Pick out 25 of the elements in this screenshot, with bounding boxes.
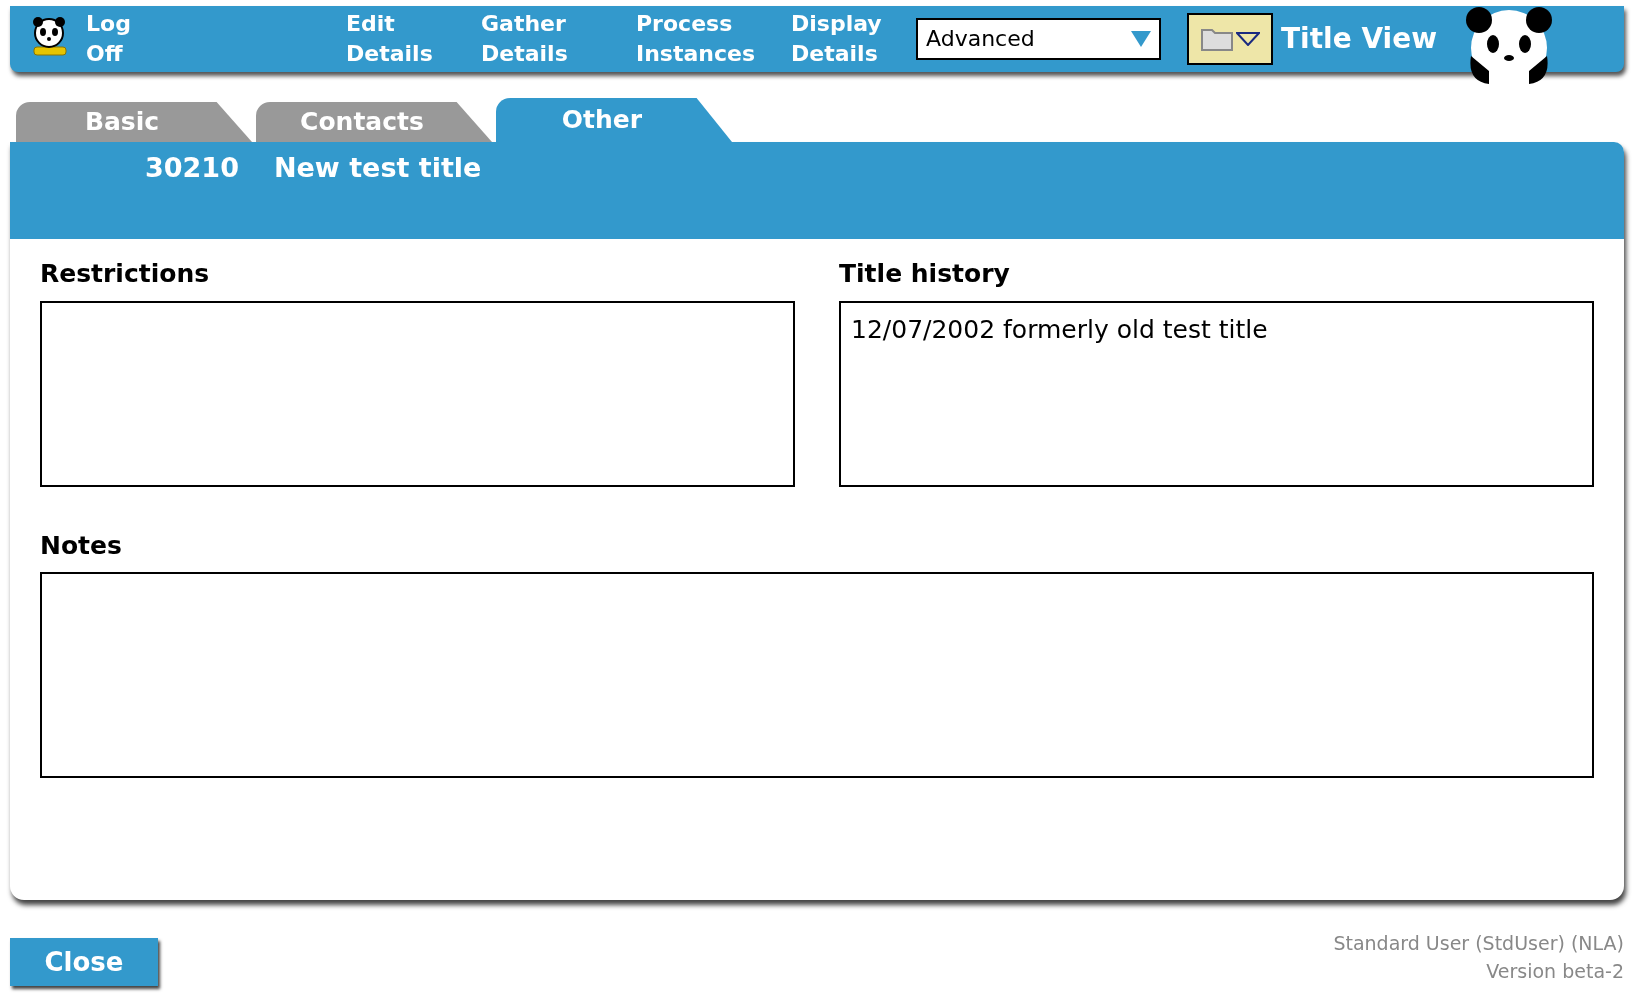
nav-link[interactable]: Process Instances: [636, 9, 791, 69]
field-label: Restrictions: [40, 258, 211, 290]
close-button[interactable]: Close: [10, 938, 158, 986]
field-label: Title history: [839, 258, 1011, 290]
folder-menu-button[interactable]: [1187, 13, 1273, 65]
tab[interactable]: Basic: [16, 102, 252, 142]
tab[interactable]: Contacts: [256, 102, 492, 142]
version-label: Version beta-2: [1485, 958, 1624, 984]
caret-icon: [1236, 32, 1260, 46]
title-name: New test title: [273, 151, 482, 185]
view-title: Title View: [1281, 21, 1438, 58]
tab[interactable]: Other: [496, 98, 732, 142]
user-label: Standard User (StdUser) (NLA): [1333, 931, 1624, 956]
text-area[interactable]: [40, 572, 1594, 778]
logoff-link[interactable]: Log Off: [86, 9, 131, 69]
text-area[interactable]: 12/07/2002 formerly old test title: [839, 300, 1594, 487]
nav-link[interactable]: Display Details: [791, 9, 916, 69]
field-label: Notes: [40, 529, 123, 562]
nav-link[interactable]: Edit Details: [346, 9, 481, 69]
text-area[interactable]: [40, 300, 795, 487]
dropdown-arrow-icon: [1131, 31, 1151, 47]
title-id: 30210: [145, 151, 239, 185]
mode-dropdown[interactable]: Advanced: [916, 18, 1161, 60]
folder-icon: [1200, 26, 1234, 52]
nav-link[interactable]: Gather Details: [481, 9, 636, 69]
